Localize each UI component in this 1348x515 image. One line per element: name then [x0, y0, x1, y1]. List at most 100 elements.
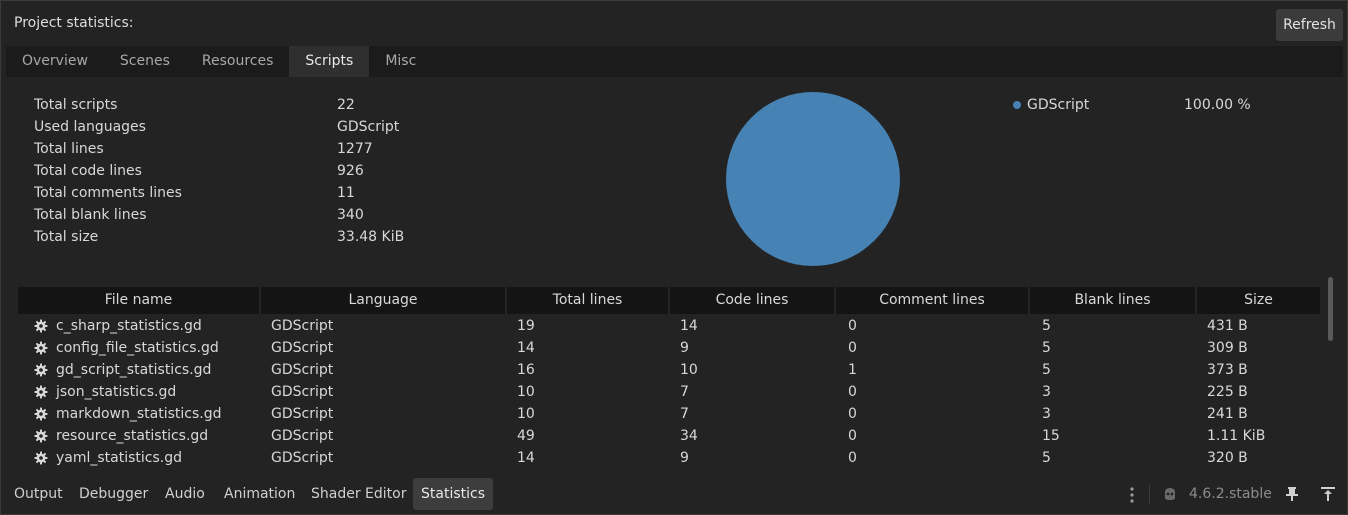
tab-bar: Overview Scenes Resources Scripts Misc: [6, 46, 1343, 77]
table-cell: 320 B: [1207, 450, 1248, 466]
table-cell: 10: [680, 362, 698, 378]
table-cell: markdown_statistics.gd: [56, 406, 222, 422]
table-row[interactable]: config_file_statistics.gd GDScript 14 9 0 5 30…: [18, 337, 1320, 359]
table-cell: 5: [1042, 340, 1051, 356]
table-cell: 7: [680, 384, 689, 400]
tab-scripts[interactable]: Scripts: [289, 46, 370, 77]
table-cell: GDScript: [271, 406, 334, 422]
table-cell: 0: [848, 406, 857, 422]
table-cell: GDScript: [271, 384, 334, 400]
stat-label: Total lines: [34, 141, 104, 157]
refresh-button[interactable]: Refresh: [1276, 9, 1343, 41]
gear-icon: [34, 451, 48, 465]
column-header[interactable]: Code lines: [670, 287, 834, 314]
table-scrollbar[interactable]: [1328, 277, 1333, 341]
table-row[interactable]: json_statistics.gd GDScript 10 7 0 3 225 B: [18, 381, 1320, 403]
stat-value: 340: [337, 207, 364, 223]
scripts-table: File name Language Total lines Code lines Co…: [18, 287, 1320, 470]
stat-label: Used languages: [34, 119, 146, 135]
table-cell: 14: [680, 318, 698, 334]
table-cell: gd_script_statistics.gd: [56, 362, 212, 378]
stat-label: Total size: [34, 229, 99, 245]
bottom-tab-output[interactable]: Output: [6, 478, 71, 510]
stat-value: 11: [337, 185, 355, 201]
bottom-tab-animation[interactable]: Animation: [216, 478, 303, 510]
table-cell: GDScript: [271, 318, 334, 334]
gear-icon: [34, 319, 48, 333]
panel-title: Project statistics:: [14, 15, 134, 31]
table-cell: 34: [680, 428, 698, 444]
divider: [1149, 484, 1150, 504]
table-cell: 15: [1042, 428, 1060, 444]
godot-logo-icon: [1165, 488, 1175, 500]
table-cell: 9: [680, 340, 689, 356]
stat-value: 1277: [337, 141, 373, 157]
table-cell: 5: [1042, 318, 1051, 334]
tab-misc[interactable]: Misc: [369, 46, 432, 77]
table-cell: GDScript: [271, 340, 334, 356]
gear-icon: [34, 341, 48, 355]
pie-slice: [726, 92, 900, 266]
table-row[interactable]: yaml_statistics.gd GDScript 14 9 0 5 320 B: [18, 447, 1320, 469]
table-cell: GDScript: [271, 362, 334, 378]
stat-value: 22: [337, 97, 355, 113]
expand-panel-icon[interactable]: [1320, 486, 1336, 502]
gear-icon: [34, 429, 48, 443]
table-row[interactable]: gd_script_statistics.gd GDScript 16 10 1 5 373…: [18, 359, 1320, 381]
editor-panel: Project statistics: Refresh Overview Sce…: [0, 0, 1348, 515]
table-cell: 0: [848, 428, 857, 444]
bottom-panel-bar: Output Debugger Audio Animation Shader E…: [1, 478, 1347, 510]
table-row[interactable]: resource_statistics.gd GDScript 49 34 0 15 1.1…: [18, 425, 1320, 447]
table-cell: 10: [517, 384, 535, 400]
table-cell: 431 B: [1207, 318, 1248, 334]
pie-legend-item: GDScript 100.00 %: [1013, 95, 1273, 115]
more-options-icon[interactable]: [1128, 486, 1136, 504]
tab-overview[interactable]: Overview: [6, 46, 104, 77]
table-cell: c_sharp_statistics.gd: [56, 318, 202, 334]
column-header[interactable]: File name: [18, 287, 259, 314]
table-cell: json_statistics.gd: [56, 384, 177, 400]
column-header[interactable]: Comment lines: [836, 287, 1028, 314]
table-cell: 10: [517, 406, 535, 422]
stat-label: Total blank lines: [34, 207, 147, 223]
bottom-tab-audio[interactable]: Audio: [157, 478, 213, 510]
table-cell: 19: [517, 318, 535, 334]
tab-scenes[interactable]: Scenes: [104, 46, 186, 77]
table-cell: 14: [517, 450, 535, 466]
bottom-tab-shader-editor[interactable]: Shader Editor: [303, 478, 414, 510]
table-cell: config_file_statistics.gd: [56, 340, 219, 356]
table-row[interactable]: markdown_statistics.gd GDScript 10 7 0 3 241 B: [18, 403, 1320, 425]
bottom-tab-statistics[interactable]: Statistics: [413, 478, 493, 510]
legend-label: GDScript: [1027, 97, 1090, 113]
column-header[interactable]: Total lines: [507, 287, 668, 314]
table-cell: 0: [848, 340, 857, 356]
stat-value: 926: [337, 163, 364, 179]
table-cell: 9: [680, 450, 689, 466]
stat-value: GDScript: [337, 119, 400, 135]
legend-swatch: [1013, 101, 1021, 109]
pin-icon[interactable]: [1285, 486, 1299, 502]
table-cell: 1.11 KiB: [1207, 428, 1266, 444]
stat-label: Total code lines: [34, 163, 142, 179]
table-cell: 3: [1042, 384, 1051, 400]
stat-value: 33.48 KiB: [337, 229, 405, 245]
version-label: 4.6.2.stable: [1189, 486, 1272, 502]
column-header[interactable]: Language: [261, 287, 505, 314]
table-cell: 49: [517, 428, 535, 444]
table-cell: 0: [848, 384, 857, 400]
table-header: File name Language Total lines Code lines Co…: [18, 287, 1320, 314]
stat-label: Total comments lines: [34, 185, 182, 201]
column-header[interactable]: Blank lines: [1030, 287, 1195, 314]
table-cell: 3: [1042, 406, 1051, 422]
stat-label: Total scripts: [34, 97, 118, 113]
table-cell: resource_statistics.gd: [56, 428, 209, 444]
table-cell: 0: [848, 450, 857, 466]
table-row[interactable]: c_sharp_statistics.gd GDScript 19 14 0 5 431 B: [18, 315, 1320, 337]
table-cell: 16: [517, 362, 535, 378]
tab-resources[interactable]: Resources: [186, 46, 290, 77]
table-cell: 5: [1042, 450, 1051, 466]
bottom-tab-debugger[interactable]: Debugger: [71, 478, 156, 510]
table-cell: 309 B: [1207, 340, 1248, 356]
legend-percent: 100.00 %: [1184, 97, 1251, 113]
column-header[interactable]: Size: [1197, 287, 1320, 314]
